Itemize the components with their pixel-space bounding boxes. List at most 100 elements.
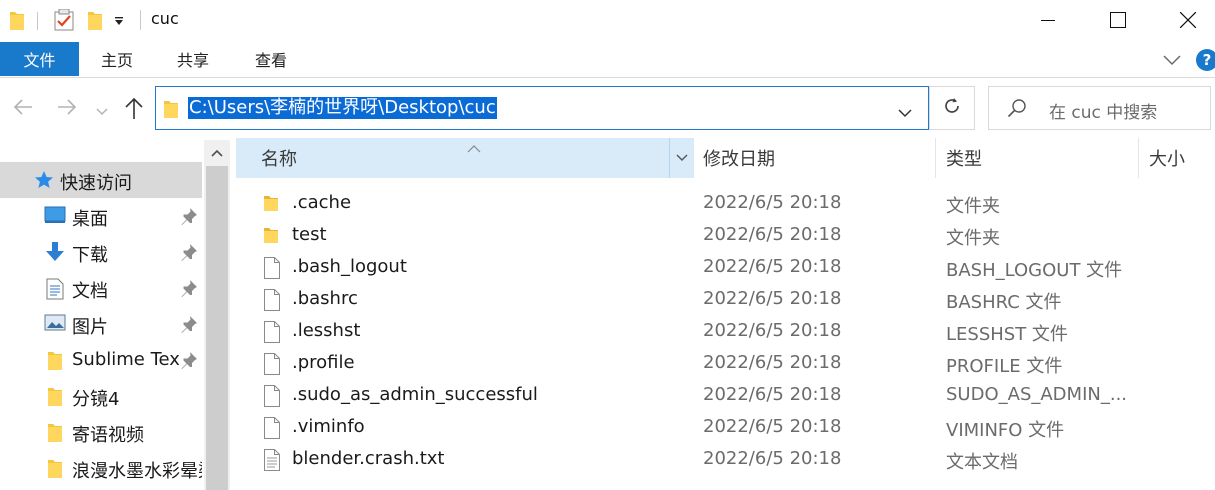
- table-row[interactable]: .sudo_as_admin_successful 2022/6/5 20:18…: [236, 380, 1215, 412]
- pin-icon[interactable]: [180, 243, 198, 266]
- sidebar-item-label: 下载: [72, 245, 108, 266]
- folder-icon: [164, 100, 178, 122]
- sidebar-item-desktop[interactable]: 桌面: [0, 198, 202, 234]
- file-name: .profile: [292, 352, 355, 373]
- column-header-modified[interactable]: 修改日期: [694, 138, 934, 178]
- up-arrow-icon[interactable]: [124, 96, 144, 124]
- folder-icon: [48, 458, 62, 483]
- table-row[interactable]: blender.crash.txt 2022/6/5 20:18 文本文档: [236, 444, 1215, 476]
- maximize-button[interactable]: [1095, 0, 1141, 40]
- file-name: .cache: [292, 192, 352, 213]
- refresh-button[interactable]: [929, 86, 975, 130]
- table-row[interactable]: .cache 2022/6/5 20:18 文件夹: [236, 188, 1215, 220]
- sidebar-item-label: 文档: [72, 281, 108, 302]
- column-header-label: 修改日期: [703, 149, 775, 170]
- address-bar[interactable]: C:\Users\李楠的世界呀\Desktop\cuc: [155, 86, 929, 130]
- folder-icon: [263, 225, 279, 250]
- title-separator: [37, 12, 38, 30]
- expand-ribbon-icon[interactable]: [1163, 51, 1181, 70]
- folder-icon: [48, 386, 62, 411]
- column-header-name[interactable]: 名称: [236, 138, 694, 178]
- desktop-icon: [44, 206, 66, 229]
- pin-icon[interactable]: [180, 207, 198, 230]
- sidebar-item-label: 分镜4: [72, 389, 120, 410]
- file-type: LESSHST 文件: [946, 324, 1068, 345]
- column-header-label: 名称: [261, 149, 297, 170]
- chevron-down-icon[interactable]: [669, 138, 694, 178]
- file-name: .bash_logout: [292, 256, 407, 277]
- tab-view[interactable]: 查看: [240, 43, 302, 75]
- file-modified: 2022/6/5 20:18: [703, 288, 842, 309]
- pictures-icon: [44, 314, 66, 337]
- pin-icon[interactable]: [180, 279, 198, 302]
- help-icon[interactable]: ?: [1196, 49, 1215, 71]
- table-row[interactable]: .viminfo 2022/6/5 20:18 VIMINFO 文件: [236, 412, 1215, 444]
- sidebar-item-folder[interactable]: 浪漫水墨水彩晕染: [0, 450, 202, 486]
- sidebar-item-quick-access[interactable]: 快速访问: [0, 162, 202, 198]
- sidebar-item-folder[interactable]: 寄语视频: [0, 414, 202, 450]
- download-icon: [46, 242, 64, 267]
- table-row[interactable]: .lesshst 2022/6/5 20:18 LESSHST 文件: [236, 316, 1215, 348]
- file-type: 文件夹: [946, 228, 1000, 249]
- sidebar-item-label: 桌面: [72, 209, 108, 230]
- close-button[interactable]: [1165, 0, 1211, 40]
- file-name: .viminfo: [292, 416, 365, 437]
- new-folder-icon[interactable]: [88, 10, 102, 34]
- file-name: .sudo_as_admin_successful: [292, 384, 538, 405]
- sidebar-item-label: 图片: [72, 317, 108, 338]
- file-modified: 2022/6/5 20:18: [703, 416, 842, 437]
- recent-locations-chevron-icon[interactable]: [96, 102, 108, 121]
- sidebar-item-label: Sublime Text: [72, 349, 180, 370]
- back-arrow-icon[interactable]: [12, 96, 34, 122]
- file-icon: [263, 417, 281, 444]
- folder-icon: [48, 350, 62, 375]
- nav-pane-scrollbar[interactable]: [204, 140, 230, 490]
- file-modified: 2022/6/5 20:18: [703, 384, 842, 405]
- scrollbar-thumb[interactable]: [206, 166, 228, 490]
- sidebar-item-label: 快速访问: [60, 173, 132, 194]
- file-type: PROFILE 文件: [946, 356, 1063, 377]
- sidebar-item-downloads[interactable]: 下载: [0, 234, 202, 270]
- pin-icon[interactable]: [180, 351, 198, 374]
- file-modified: 2022/6/5 20:18: [703, 448, 842, 469]
- sidebar-item-documents[interactable]: 文档: [0, 270, 202, 306]
- title-bar: cuc: [0, 0, 1215, 40]
- properties-icon[interactable]: [54, 8, 74, 31]
- quick-access-toolbar-dropdown[interactable]: [114, 16, 124, 29]
- search-icon: [1007, 98, 1027, 122]
- sidebar-item-folder[interactable]: 分镜4: [0, 378, 202, 414]
- table-row[interactable]: .profile 2022/6/5 20:18 PROFILE 文件: [236, 348, 1215, 380]
- chevron-down-icon[interactable]: [898, 103, 912, 122]
- tab-file[interactable]: 文件: [0, 42, 79, 76]
- sidebar-item-label: 浪漫水墨水彩晕染: [72, 461, 202, 482]
- file-name: blender.crash.txt: [292, 448, 445, 469]
- tab-home[interactable]: 主页: [86, 43, 148, 75]
- search-placeholder[interactable]: 在 cuc 中搜索: [1049, 98, 1157, 123]
- column-header-size[interactable]: 大小: [1139, 138, 1215, 178]
- document-icon: [46, 278, 64, 305]
- sidebar-item-pictures[interactable]: 图片: [0, 306, 202, 342]
- file-icon: [263, 289, 281, 316]
- column-header-label: 大小: [1149, 149, 1185, 170]
- address-path[interactable]: C:\Users\李楠的世界呀\Desktop\cuc: [188, 97, 497, 119]
- text-file-icon: [263, 449, 281, 476]
- file-name: test: [292, 224, 327, 245]
- file-icon: [263, 385, 281, 412]
- column-header-type[interactable]: 类型: [936, 138, 1138, 178]
- forward-arrow-icon[interactable]: [56, 96, 78, 122]
- file-type: 文件夹: [946, 196, 1000, 217]
- scroll-up-arrow-icon[interactable]: [204, 140, 230, 166]
- column-header-row: 名称 修改日期 类型 大小: [236, 138, 1215, 178]
- sidebar-item-sublime-text[interactable]: Sublime Text: [0, 342, 202, 378]
- title-separator: [140, 10, 141, 30]
- sidebar-item-label: 寄语视频: [72, 425, 144, 446]
- tab-share[interactable]: 共享: [162, 43, 224, 75]
- file-type: BASHRC 文件: [946, 292, 1062, 313]
- minimize-button[interactable]: [1025, 0, 1071, 40]
- search-box[interactable]: 在 cuc 中搜索: [988, 86, 1211, 130]
- table-row[interactable]: test 2022/6/5 20:18 文件夹: [236, 220, 1215, 252]
- file-type: BASH_LOGOUT 文件: [946, 260, 1123, 281]
- pin-icon[interactable]: [180, 315, 198, 338]
- table-row[interactable]: .bash_logout 2022/6/5 20:18 BASH_LOGOUT …: [236, 252, 1215, 284]
- table-row[interactable]: .bashrc 2022/6/5 20:18 BASHRC 文件: [236, 284, 1215, 316]
